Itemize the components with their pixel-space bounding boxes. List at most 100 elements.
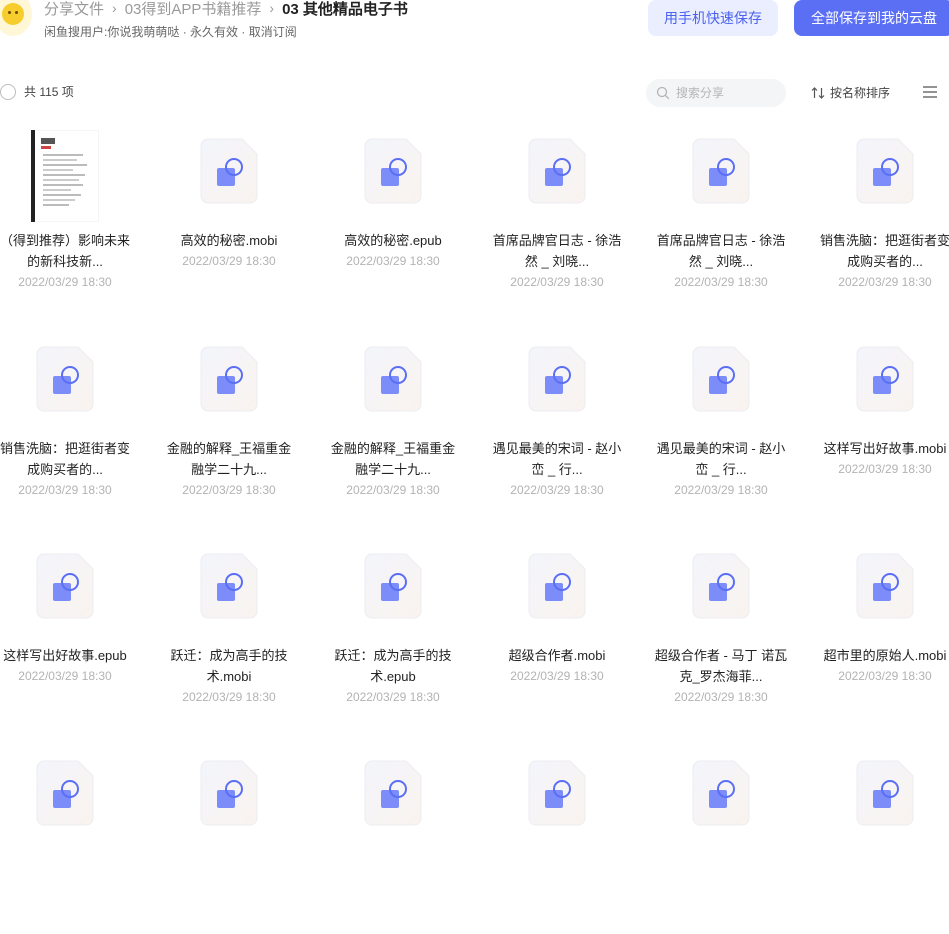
- file-date: 2022/03/29 18:30: [346, 254, 440, 268]
- file-date: 2022/03/29 18:30: [18, 275, 112, 289]
- file-name: 遇见最美的宋词 - 赵小峦 _ 行...: [656, 441, 786, 477]
- chick-avatar-icon: [2, 3, 24, 25]
- ebook-file-icon: [856, 760, 914, 826]
- file-item[interactable]: [810, 744, 949, 934]
- file-name: 首席品牌官日志 - 徐浩然 _ 刘晓...: [656, 233, 786, 269]
- file-item[interactable]: （得到推荐）影响未来的新科技新... 2022/03/29 18:30: [0, 122, 140, 312]
- file-item[interactable]: 销售洗脑：把逛街者变成购买者的... 2022/03/29 18:30: [0, 330, 140, 520]
- ebook-file-icon: [692, 760, 750, 826]
- file-item[interactable]: 跃迁：成为高手的技术.epub 2022/03/29 18:30: [318, 537, 468, 727]
- file-name: 跃迁：成为高手的技术.mobi: [170, 648, 288, 684]
- separator-dot: ·: [182, 25, 187, 39]
- file-item[interactable]: 高效的秘密.epub 2022/03/29 18:30: [318, 122, 468, 312]
- ebook-file-icon: [36, 553, 94, 619]
- file-name: 金融的解释_王福重金融学二十九...: [166, 441, 292, 477]
- file-date: 2022/03/29 18:30: [510, 275, 604, 289]
- sort-arrows-icon: [811, 86, 825, 99]
- breadcrumb-item-folder[interactable]: 03得到APP书籍推荐: [125, 0, 262, 19]
- file-item[interactable]: 超级合作者 - 马丁 诺瓦克_罗杰海菲... 2022/03/29 18:30: [646, 537, 796, 727]
- file-item[interactable]: 高效的秘密.mobi 2022/03/29 18:30: [154, 122, 304, 312]
- breadcrumb-item-share-files[interactable]: 分享文件: [44, 0, 104, 19]
- ebook-file-icon: [692, 553, 750, 619]
- file-date: 2022/03/29 18:30: [674, 483, 768, 497]
- ebook-file-icon: [200, 346, 258, 412]
- share-user: 闲鱼搜用户:你说我萌萌哒: [44, 25, 180, 39]
- file-date: 2022/03/29 18:30: [510, 669, 604, 683]
- file-item[interactable]: 这样写出好故事.epub 2022/03/29 18:30: [0, 537, 140, 727]
- file-item[interactable]: [318, 744, 468, 934]
- file-date: 2022/03/29 18:30: [18, 483, 112, 497]
- cancel-subscription-link[interactable]: 取消订阅: [249, 25, 297, 39]
- toolbar: 共 115 项 按名称排序: [0, 76, 949, 108]
- file-date: 2022/03/29 18:30: [182, 690, 276, 704]
- file-item[interactable]: [646, 744, 796, 934]
- file-item[interactable]: 遇见最美的宋词 - 赵小峦 _ 行... 2022/03/29 18:30: [482, 330, 632, 520]
- ebook-file-icon: [364, 346, 422, 412]
- breadcrumb: 分享文件 › 03得到APP书籍推荐 › 03 其他精品电子书: [44, 0, 408, 19]
- list-view-menu-icon[interactable]: [922, 85, 938, 99]
- file-item[interactable]: 首席品牌官日志 - 徐浩然 _ 刘晓... 2022/03/29 18:30: [646, 122, 796, 312]
- file-date: 2022/03/29 18:30: [510, 483, 604, 497]
- ebook-file-icon: [364, 553, 422, 619]
- file-item[interactable]: [154, 744, 304, 934]
- file-name: 这样写出好故事.epub: [3, 648, 127, 663]
- ebook-file-icon: [692, 138, 750, 204]
- ebook-file-icon: [36, 760, 94, 826]
- share-info: 闲鱼搜用户:你说我萌萌哒 · 永久有效 · 取消订阅: [44, 23, 297, 40]
- file-item[interactable]: 超市里的原始人.mobi 2022/03/29 18:30: [810, 537, 949, 727]
- ebook-file-icon: [364, 760, 422, 826]
- ebook-file-icon: [528, 346, 586, 412]
- file-name: 遇见最美的宋词 - 赵小峦 _ 行...: [492, 441, 622, 477]
- header: 分享文件 › 03得到APP书籍推荐 › 03 其他精品电子书 闲鱼搜用户:你说…: [0, 0, 949, 46]
- file-name: 超级合作者 - 马丁 诺瓦克_罗杰海菲...: [654, 648, 788, 684]
- search-box[interactable]: [646, 79, 786, 107]
- ebook-file-icon: [528, 553, 586, 619]
- file-name: 跃迁：成为高手的技术.epub: [334, 648, 452, 684]
- file-date: 2022/03/29 18:30: [346, 483, 440, 497]
- sort-label: 按名称排序: [830, 86, 891, 100]
- chevron-right-icon: ›: [112, 0, 117, 16]
- book-cover-thumbnail: [30, 129, 100, 223]
- file-date: 2022/03/29 18:30: [182, 483, 276, 497]
- save-all-button[interactable]: 全部保存到我的云盘: [794, 0, 949, 36]
- file-item[interactable]: 跃迁：成为高手的技术.mobi 2022/03/29 18:30: [154, 537, 304, 727]
- file-item[interactable]: [482, 744, 632, 934]
- file-date: 2022/03/29 18:30: [674, 275, 768, 289]
- file-name: 超级合作者.mobi: [508, 648, 606, 663]
- file-name: 这样写出好故事.mobi: [823, 441, 947, 456]
- search-icon: [656, 86, 670, 100]
- item-count: 共 115 项: [24, 85, 74, 99]
- avatar[interactable]: [0, 0, 32, 36]
- file-date: 2022/03/29 18:30: [346, 690, 440, 704]
- ebook-file-icon: [856, 553, 914, 619]
- file-date: 2022/03/29 18:30: [674, 690, 768, 704]
- ebook-file-icon: [528, 760, 586, 826]
- file-name: 高效的秘密.epub: [344, 233, 442, 248]
- ebook-file-icon: [200, 138, 258, 204]
- file-date: 2022/03/29 18:30: [18, 669, 112, 683]
- file-item[interactable]: 销售洗脑：把逛街者变成购买者的... 2022/03/29 18:30: [810, 122, 949, 312]
- phone-save-button[interactable]: 用手机快速保存: [648, 0, 778, 36]
- file-name: 首席品牌官日志 - 徐浩然 _ 刘晓...: [492, 233, 622, 269]
- file-name: 高效的秘密.mobi: [180, 233, 278, 248]
- file-date: 2022/03/29 18:30: [838, 669, 932, 683]
- file-item[interactable]: 超级合作者.mobi 2022/03/29 18:30: [482, 537, 632, 727]
- file-item[interactable]: [0, 744, 140, 934]
- sort-button[interactable]: 按名称排序: [811, 84, 890, 101]
- select-all-checkbox[interactable]: [0, 84, 16, 100]
- file-item[interactable]: 首席品牌官日志 - 徐浩然 _ 刘晓... 2022/03/29 18:30: [482, 122, 632, 312]
- file-date: 2022/03/29 18:30: [838, 462, 932, 476]
- ebook-file-icon: [364, 138, 422, 204]
- ebook-file-icon: [200, 553, 258, 619]
- ebook-file-icon: [692, 346, 750, 412]
- file-name: （得到推荐）影响未来的新科技新...: [0, 233, 130, 269]
- file-item[interactable]: 金融的解释_王福重金融学二十九... 2022/03/29 18:30: [154, 330, 304, 520]
- file-date: 2022/03/29 18:30: [182, 254, 276, 268]
- share-validity: 永久有效: [190, 25, 239, 39]
- file-item[interactable]: 遇见最美的宋词 - 赵小峦 _ 行... 2022/03/29 18:30: [646, 330, 796, 520]
- file-item[interactable]: 这样写出好故事.mobi 2022/03/29 18:30: [810, 330, 949, 520]
- file-name: 销售洗脑：把逛街者变成购买者的...: [819, 233, 949, 269]
- ebook-file-icon: [528, 138, 586, 204]
- file-item[interactable]: 金融的解释_王福重金融学二十九... 2022/03/29 18:30: [318, 330, 468, 520]
- search-input[interactable]: [676, 86, 776, 100]
